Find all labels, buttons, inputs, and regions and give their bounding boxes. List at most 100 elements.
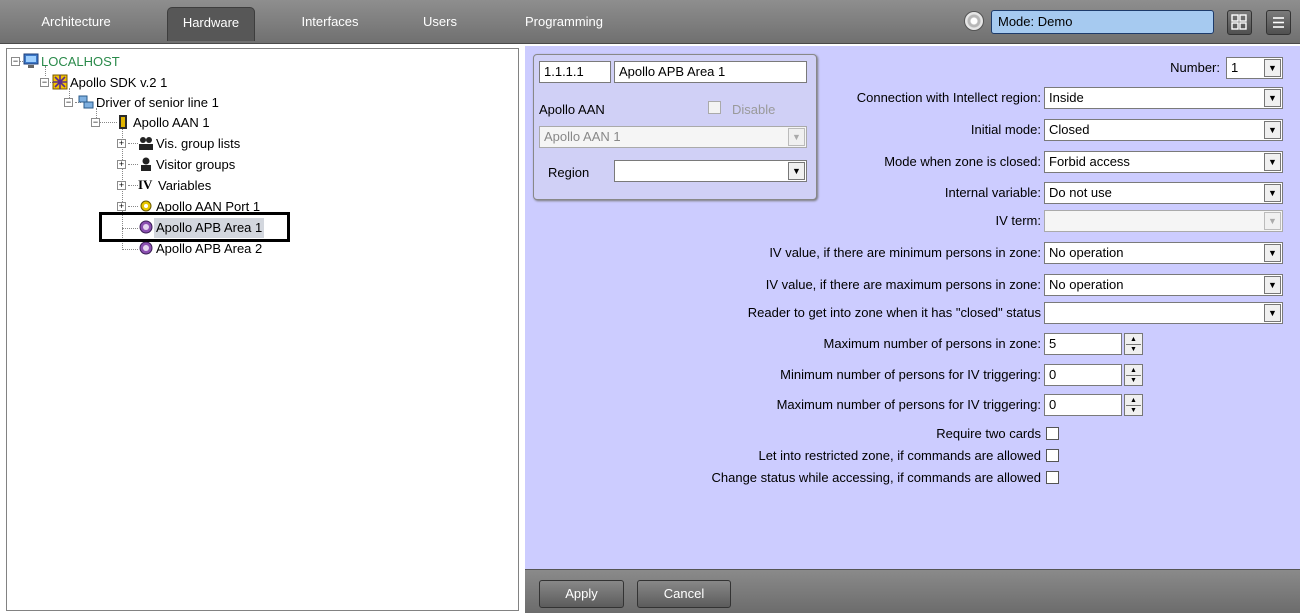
cancel-button[interactable]: Cancel [637, 580, 731, 608]
expand-toggle[interactable]: + [117, 202, 126, 211]
parent-select[interactable]: Apollo AAN 1 ▼ [539, 126, 807, 148]
two-cards-checkbox[interactable] [1046, 427, 1059, 440]
chevron-down-icon[interactable]: ▼ [1264, 121, 1281, 139]
iv-icon: IV [138, 177, 153, 192]
tab-hardware[interactable]: Hardware [167, 7, 255, 41]
chevron-down-icon[interactable]: ▼ [1264, 89, 1281, 107]
change-status-checkbox[interactable] [1046, 471, 1059, 484]
disable-checkbox[interactable] [708, 101, 721, 114]
restricted-zone-label: Let into restricted zone, if commands ar… [758, 448, 1041, 463]
tree-node-label: Vis. group lists [156, 135, 241, 151]
tree-node-label: Apollo SDK v.2 1 [70, 74, 168, 90]
reader-label: Reader to get into zone when it has "clo… [747, 305, 1041, 320]
tree-connector [128, 206, 138, 207]
chevron-down-icon[interactable]: ▼ [1264, 276, 1281, 294]
computer-icon [23, 53, 39, 68]
tree-node-visitor-groups[interactable]: Visitor groups [138, 154, 237, 174]
mode-closed-select-value: Forbid access [1049, 154, 1130, 169]
menu-button[interactable] [1266, 10, 1291, 35]
tree-node-localhost[interactable]: LOCALHOST [23, 51, 122, 71]
collapse-toggle[interactable]: − [11, 57, 20, 66]
collapse-toggle[interactable]: − [64, 98, 73, 107]
min-iv-input[interactable]: 0 [1044, 364, 1122, 386]
initial-mode-select-value: Closed [1049, 122, 1090, 137]
tab-interfaces[interactable]: Interfaces [290, 7, 370, 41]
mode-indicator-icon[interactable] [964, 11, 984, 31]
chevron-down-icon[interactable]: ▼ [1264, 212, 1281, 230]
top-toolbar: Architecture Hardware Interfaces Users P… [0, 0, 1300, 44]
max-iv-label: Maximum number of persons for IV trigger… [776, 397, 1041, 412]
number-select-value: 1 [1231, 60, 1239, 75]
apollo-sdk-icon [52, 74, 68, 90]
iv-max-label: IV value, if there are maximum persons i… [765, 277, 1041, 292]
tab-programming[interactable]: Programming [514, 7, 614, 41]
menu-lines-icon [1273, 17, 1284, 28]
internal-variable-select[interactable]: Do not use ▼ [1044, 182, 1283, 204]
disable-label: Disable [732, 102, 776, 117]
tree-node-label: Visitor groups [156, 156, 236, 172]
connection-select[interactable]: Inside ▼ [1044, 87, 1283, 109]
min-iv-stepper[interactable]: ▲ ▼ [1124, 364, 1143, 386]
chevron-down-icon[interactable]: ▼ [1264, 184, 1281, 202]
tree-node-vis-group-lists[interactable]: Vis. group lists [138, 133, 242, 153]
iv-max-select-value: No operation [1049, 277, 1124, 292]
region-select[interactable]: ▼ [614, 160, 807, 182]
internal-variable-label: Internal variable: [944, 185, 1041, 200]
mode-closed-label: Mode when zone is closed: [884, 154, 1041, 169]
iv-min-select[interactable]: No operation ▼ [1044, 242, 1283, 264]
parent-type-label: Apollo AAN [539, 102, 605, 117]
tree-node-label: Apollo AAN 1 [133, 114, 210, 130]
iv-max-select[interactable]: No operation ▼ [1044, 274, 1283, 296]
restricted-zone-checkbox[interactable] [1046, 449, 1059, 462]
grid-icon [1231, 14, 1247, 30]
max-iv-input[interactable]: 0 [1044, 394, 1122, 416]
max-persons-input[interactable]: 5 [1044, 333, 1122, 355]
change-status-label: Change status while accessing, if comman… [711, 470, 1041, 485]
tree-node-driver[interactable]: Driver of senior line 1 [78, 92, 221, 112]
object-id-field[interactable]: 1.1.1.1 [539, 61, 611, 83]
hardware-tree [6, 48, 519, 611]
chevron-down-icon[interactable]: ▼ [1264, 153, 1281, 171]
internal-variable-select-value: Do not use [1049, 185, 1112, 200]
chevron-down-icon[interactable]: ▼ [1264, 304, 1281, 322]
collapse-toggle[interactable]: − [40, 78, 49, 87]
max-persons-stepper[interactable]: ▲ ▼ [1124, 333, 1143, 355]
tree-node-variables[interactable]: IV Variables [138, 175, 213, 195]
expand-toggle[interactable]: + [117, 181, 126, 190]
tree-node-apollo-aan[interactable]: Apollo AAN 1 [115, 112, 212, 132]
chevron-down-icon[interactable]: ▼ [788, 162, 805, 180]
chevron-down-icon[interactable]: ▼ [788, 128, 805, 146]
tree-connector [122, 249, 138, 250]
tree-node-apollo-sdk[interactable]: Apollo SDK v.2 1 [52, 72, 169, 92]
apply-button[interactable]: Apply [539, 580, 624, 608]
max-persons-label: Maximum number of persons in zone: [823, 336, 1041, 351]
collapse-toggle[interactable]: − [91, 118, 100, 127]
iv-term-select[interactable]: ▼ [1044, 210, 1283, 232]
iv-min-select-value: No operation [1049, 245, 1124, 260]
iv-term-label: IV term: [995, 213, 1041, 228]
reader-select[interactable]: ▼ [1044, 302, 1283, 324]
expand-toggle[interactable]: + [117, 160, 126, 169]
initial-mode-select[interactable]: Closed ▼ [1044, 119, 1283, 141]
iv-min-label: IV value, if there are minimum persons i… [769, 245, 1041, 260]
area-icon [139, 241, 153, 255]
mode-display: Mode: Demo [991, 10, 1214, 34]
tree-connector [128, 185, 138, 186]
initial-mode-label: Initial mode: [970, 122, 1041, 137]
connection-select-value: Inside [1049, 90, 1084, 105]
chevron-down-icon[interactable]: ▼ [1264, 244, 1281, 262]
layout-grid-button[interactable] [1227, 10, 1252, 35]
mode-closed-select[interactable]: Forbid access ▼ [1044, 151, 1283, 173]
tree-connector [128, 164, 138, 165]
tab-users[interactable]: Users [415, 7, 465, 41]
people-icon [139, 137, 153, 150]
chevron-down-icon[interactable]: ▼ [1264, 59, 1281, 77]
expand-toggle[interactable]: + [117, 139, 126, 148]
number-label: Number: [1170, 60, 1220, 75]
max-iv-stepper[interactable]: ▲ ▼ [1124, 394, 1143, 416]
network-driver-icon [78, 95, 94, 109]
object-name-field[interactable]: Apollo APB Area 1 [614, 61, 807, 83]
number-select[interactable]: 1 ▼ [1226, 57, 1283, 79]
tab-architecture[interactable]: Architecture [28, 7, 124, 41]
tree-node-label: LOCALHOST [41, 53, 120, 69]
